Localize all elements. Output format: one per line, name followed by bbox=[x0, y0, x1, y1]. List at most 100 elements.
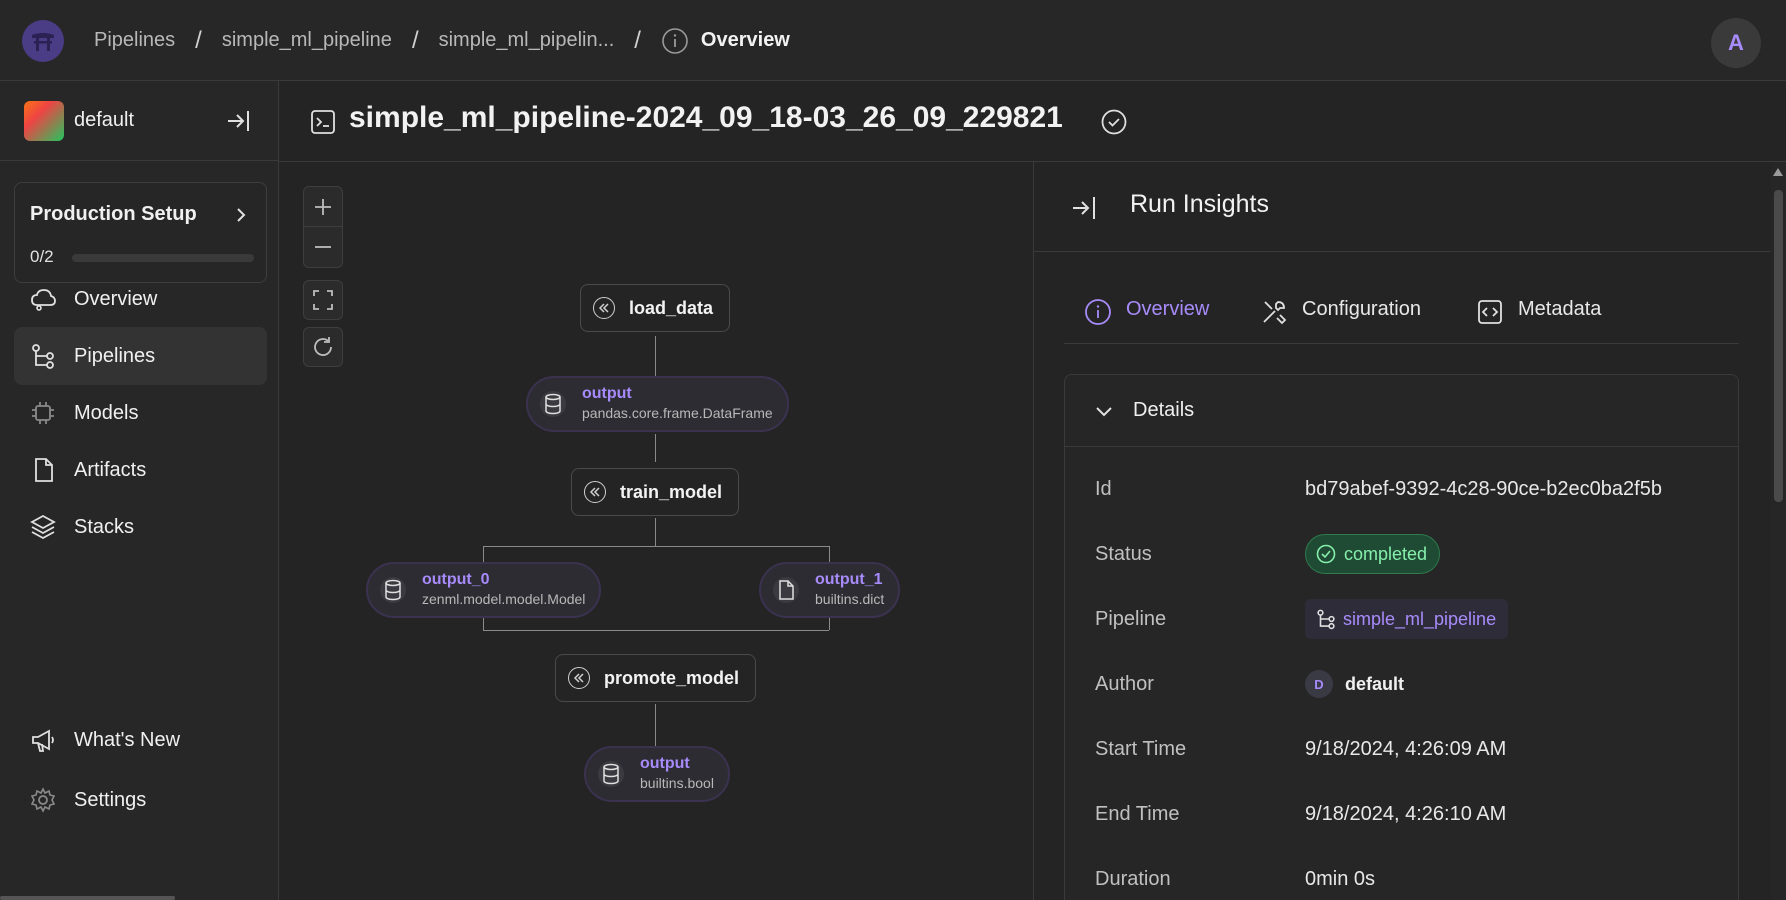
details-toggle[interactable]: Details bbox=[1065, 375, 1738, 447]
sidebar-scrollbar[interactable] bbox=[0, 896, 175, 900]
collapse-panel-icon[interactable] bbox=[1070, 194, 1098, 227]
status-text: completed bbox=[1344, 543, 1428, 564]
check-circle-icon bbox=[1100, 108, 1128, 141]
pipeline-link[interactable]: simple_ml_pipeline bbox=[1305, 599, 1509, 639]
sidebar: default Production Setup 0/2 Overview Pi… bbox=[0, 81, 279, 900]
nav-models[interactable]: Models bbox=[14, 384, 267, 442]
end-time-value: 9/18/2024, 4:26:10 AM bbox=[1305, 802, 1507, 825]
nav-overview[interactable]: Overview bbox=[14, 270, 267, 328]
gear-icon bbox=[28, 786, 58, 814]
detail-row-start-time: Start Time 9/18/2024, 4:26:09 AM bbox=[1095, 734, 1715, 764]
artifact-node[interactable]: output_1 builtins.dict bbox=[759, 562, 901, 618]
step-node-promote-model[interactable]: promote_model bbox=[555, 654, 757, 702]
workspace-switcher[interactable]: default bbox=[0, 81, 279, 161]
tab-label: Configuration bbox=[1302, 298, 1421, 320]
production-setup-card[interactable]: Production Setup 0/2 bbox=[14, 182, 267, 283]
step-node-load-data[interactable]: load_data bbox=[580, 284, 731, 332]
refresh-button[interactable] bbox=[303, 327, 343, 367]
artifact-name: output bbox=[582, 385, 632, 402]
detail-row-author: Author D default bbox=[1095, 669, 1715, 699]
nav-settings[interactable]: Settings bbox=[14, 771, 267, 829]
collapse-sidebar-icon[interactable] bbox=[224, 107, 252, 140]
tab-label: Overview bbox=[1126, 298, 1210, 320]
tab-metadata[interactable]: Metadata bbox=[1476, 288, 1601, 344]
panel-header: Run Insights bbox=[1034, 162, 1771, 252]
run-title: simple_ml_pipeline-2024_09_18-03_26_09_2… bbox=[349, 101, 1063, 134]
zoom-in-button[interactable] bbox=[304, 187, 342, 227]
nav-stacks[interactable]: Stacks bbox=[14, 498, 267, 556]
step-name: load_data bbox=[629, 297, 714, 318]
info-icon bbox=[1084, 298, 1112, 326]
artifact-name: output bbox=[640, 755, 690, 772]
top-bar: Pipelines / simple_ml_pipeline / simple_… bbox=[0, 0, 1786, 81]
scroll-up-arrow-icon[interactable] bbox=[1773, 168, 1783, 176]
tools-icon bbox=[1260, 298, 1288, 326]
artifact-node[interactable]: output_0 zenml.model.model.Model bbox=[366, 562, 602, 618]
database-icon bbox=[540, 391, 566, 417]
artifact-node[interactable]: output builtins.bool bbox=[584, 746, 730, 802]
detail-label: Author bbox=[1095, 672, 1154, 695]
status-badge: completed bbox=[1305, 534, 1441, 574]
breadcrumb-pipeline[interactable]: simple_ml_pipeline bbox=[222, 29, 392, 52]
fit-view-button[interactable] bbox=[303, 280, 343, 320]
production-setup-count: 0/2 bbox=[30, 247, 54, 266]
nav-overview-label: Overview bbox=[74, 287, 158, 310]
step-icon bbox=[568, 667, 590, 689]
panel-scrollbar[interactable] bbox=[1771, 162, 1786, 900]
database-icon bbox=[380, 577, 406, 603]
info-icon bbox=[661, 27, 689, 55]
breadcrumb-pipelines[interactable]: Pipelines bbox=[94, 29, 175, 52]
database-icon bbox=[598, 761, 624, 787]
run-header: simple_ml_pipeline-2024_09_18-03_26_09_2… bbox=[279, 81, 1786, 162]
step-name: train_model bbox=[620, 481, 723, 502]
dag-edge bbox=[655, 434, 656, 462]
artifact-type: zenml.model.model.Model bbox=[422, 591, 586, 607]
pipeline-icon bbox=[1315, 608, 1337, 630]
dag-edge bbox=[655, 336, 656, 378]
nav-whats-new-label: What's New bbox=[74, 728, 181, 751]
file-icon bbox=[773, 577, 799, 603]
breadcrumb-separator: / bbox=[195, 26, 202, 54]
tab-configuration[interactable]: Configuration bbox=[1260, 288, 1421, 344]
start-time-value: 9/18/2024, 4:26:09 AM bbox=[1305, 737, 1507, 760]
user-avatar[interactable]: A bbox=[1711, 18, 1761, 68]
step-name: promote_model bbox=[604, 667, 740, 688]
zoom-controls bbox=[303, 186, 343, 268]
nav-whats-new[interactable]: What's New bbox=[14, 711, 267, 769]
workspace-logo bbox=[24, 101, 64, 141]
production-setup-progress bbox=[72, 254, 254, 262]
file-icon bbox=[28, 456, 58, 484]
dag-edge bbox=[483, 630, 829, 631]
step-icon bbox=[584, 481, 606, 503]
tab-overview[interactable]: Overview bbox=[1084, 288, 1209, 344]
detail-label: Id bbox=[1095, 477, 1112, 500]
detail-row-end-time: End Time 9/18/2024, 4:26:10 AM bbox=[1095, 799, 1715, 829]
author-name: default bbox=[1345, 673, 1405, 694]
run-id-value[interactable]: bd79abef-9392-4c28-90ce-b2ec0ba2f5b bbox=[1305, 478, 1705, 501]
layers-icon bbox=[28, 513, 58, 541]
detail-row-id: Id bd79abef-9392-4c28-90ce-b2ec0ba2f5b bbox=[1095, 474, 1715, 504]
breadcrumb-run[interactable]: simple_ml_pipelin... bbox=[439, 29, 615, 52]
dag-edge bbox=[655, 518, 656, 546]
nav-settings-label: Settings bbox=[74, 788, 147, 811]
detail-label: Start Time bbox=[1095, 737, 1187, 760]
breadcrumb-current: Overview bbox=[700, 29, 790, 51]
dag-canvas[interactable]: load_data train_model promote_model outp… bbox=[279, 162, 1033, 900]
cloud-icon bbox=[28, 285, 58, 313]
detail-row-pipeline: Pipeline simple_ml_pipeline bbox=[1095, 599, 1715, 639]
detail-label: Status bbox=[1095, 542, 1152, 565]
zenml-logo-icon[interactable] bbox=[22, 20, 64, 62]
production-setup-title: Production Setup bbox=[30, 203, 197, 225]
step-node-train-model[interactable]: train_model bbox=[571, 468, 740, 516]
workspace-name: default bbox=[74, 109, 135, 131]
zoom-out-button[interactable] bbox=[304, 227, 342, 267]
artifact-type: builtins.dict bbox=[815, 591, 885, 607]
detail-label: Pipeline bbox=[1095, 607, 1167, 630]
artifact-node[interactable]: output pandas.core.frame.DataFrame bbox=[526, 376, 789, 432]
artifact-type: pandas.core.frame.DataFrame bbox=[582, 405, 773, 421]
dag-edge bbox=[483, 546, 829, 547]
nav-pipelines[interactable]: Pipelines bbox=[14, 327, 267, 385]
scrollbar-thumb[interactable] bbox=[1774, 190, 1783, 502]
nav-artifacts[interactable]: Artifacts bbox=[14, 441, 267, 499]
nav-models-label: Models bbox=[74, 401, 139, 424]
